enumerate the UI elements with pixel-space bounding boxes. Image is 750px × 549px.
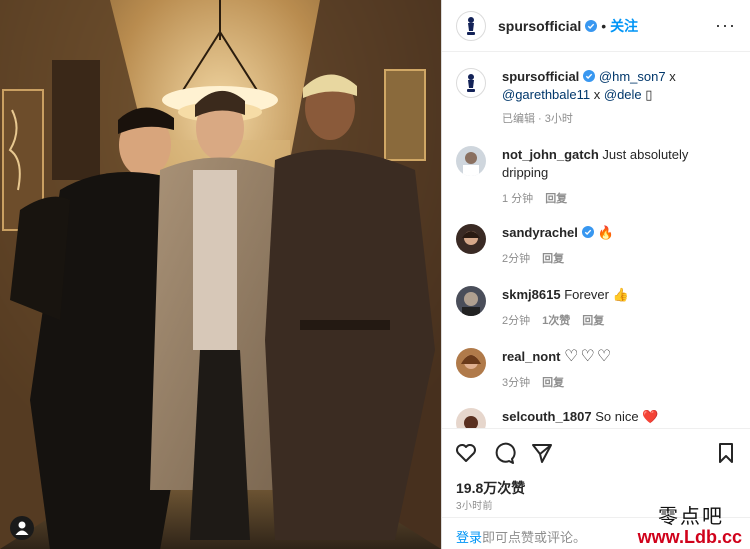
comment-text: Forever 👍: [564, 287, 629, 302]
comment-row: skmj8615 Forever 👍 2分钟 1次赞 回复: [442, 286, 750, 330]
comment-time: 2分钟: [502, 315, 531, 327]
comment-meta: 2分钟 1次赞 回复: [502, 312, 736, 330]
follow-button[interactable]: 关注: [610, 16, 638, 36]
comment-username[interactable]: selcouth_1807: [502, 409, 592, 424]
separator-dot: •: [601, 17, 607, 34]
commenter-avatar[interactable]: [456, 348, 486, 378]
mention-hm-son7[interactable]: @hm_son7: [599, 69, 666, 84]
login-link[interactable]: 登录: [456, 530, 482, 545]
verified-badge-icon: [581, 226, 594, 238]
comment-username[interactable]: real_nont: [502, 349, 561, 364]
caption-meta: 已编辑 · 3小时: [502, 110, 736, 128]
post-header: spursofficial • 关注 ···: [442, 0, 750, 52]
comment-body: sandyrachel 🔥 2分钟 回复: [502, 224, 736, 268]
comment-body: real_nont ♡♡♡ 3分钟 回复: [502, 348, 736, 392]
comment-username[interactable]: not_john_gatch: [502, 147, 599, 162]
comment-body: skmj8615 Forever 👍 2分钟 1次赞 回复: [502, 286, 736, 330]
reply-button[interactable]: 回复: [542, 253, 564, 265]
more-options-icon[interactable]: ···: [715, 15, 736, 36]
comment-meta: 2分钟 回复: [502, 250, 736, 268]
comment-row: selcouth_1807 So nice ❤️: [442, 408, 750, 428]
comment-text: So nice ❤️: [595, 409, 659, 424]
comment-username[interactable]: skmj8615: [502, 287, 561, 302]
commenter-avatar[interactable]: [456, 224, 486, 254]
comment-time: 1 分钟: [502, 193, 534, 205]
post-time: 3小时前: [456, 501, 493, 512]
comment-row: sandyrachel 🔥 2分钟 回复: [442, 224, 750, 268]
comment-icon[interactable]: [492, 441, 516, 465]
comment-text: ♡♡♡: [564, 348, 614, 365]
watermark-url: www.Ldb.cc: [637, 527, 742, 547]
mention-garethbale11[interactable]: @garethbale11: [502, 87, 590, 102]
share-icon[interactable]: [530, 441, 554, 465]
comment-text: 🔥: [597, 225, 614, 240]
save-bookmark-icon[interactable]: [714, 441, 738, 465]
avatar-image: [464, 416, 478, 428]
watermark-text: 零点吧: [658, 504, 724, 528]
mention-dele[interactable]: @dele: [604, 87, 642, 102]
comments-list[interactable]: spursofficial @hm_son7 x @garethbale11 x…: [442, 52, 750, 428]
comment-row: not_john_gatch Just absolutely dripping …: [442, 146, 750, 208]
comment-time: 2分钟: [502, 253, 531, 265]
reply-button[interactable]: 回复: [545, 193, 567, 205]
commenter-avatar[interactable]: [456, 146, 486, 176]
user-icon: [15, 521, 29, 535]
comment-username[interactable]: sandyrachel: [502, 225, 578, 240]
comment-meta: 1 分钟 回复: [502, 190, 736, 208]
caption-username[interactable]: spursofficial: [502, 69, 579, 84]
caption-edited-time: 已编辑 · 3小时: [502, 113, 573, 125]
login-rest-text: 即可点赞或评论。: [482, 530, 587, 545]
post-image: [0, 0, 441, 549]
spurs-logo-icon: [467, 74, 475, 92]
comment-body: not_john_gatch Just absolutely dripping …: [502, 146, 736, 208]
caption-row: spursofficial @hm_son7 x @garethbale11 x…: [442, 68, 750, 128]
like-heart-icon[interactable]: [454, 441, 478, 465]
commenter-avatar[interactable]: [456, 286, 486, 316]
post-photo[interactable]: [0, 0, 441, 549]
avatar-image: [463, 152, 479, 176]
post-sidebar: spursofficial • 关注 ··· spursofficial @hm…: [441, 0, 750, 549]
avatar-image: [462, 292, 480, 316]
account-avatar[interactable]: [456, 10, 486, 41]
comment-row: real_nont ♡♡♡ 3分钟 回复: [442, 348, 750, 392]
reply-button[interactable]: 回复: [542, 377, 564, 389]
caption-emoji: ▯: [641, 87, 653, 102]
caption-avatar[interactable]: [456, 68, 486, 98]
caption-separator: x: [590, 87, 604, 102]
commenter-avatar[interactable]: [456, 408, 486, 428]
caption-body: spursofficial @hm_son7 x @garethbale11 x…: [502, 68, 736, 128]
avatar-image: [461, 355, 481, 369]
comment-body: selcouth_1807 So nice ❤️: [502, 408, 736, 428]
tagged-users-button[interactable]: [10, 516, 34, 540]
verified-badge-icon: [585, 19, 598, 32]
action-bar: [442, 428, 750, 476]
likes-count[interactable]: 19.8万次赞: [456, 478, 525, 498]
comment-likes[interactable]: 1次赞: [542, 315, 570, 327]
verified-badge-icon: [583, 70, 596, 82]
comment-time: 3分钟: [502, 377, 531, 389]
reply-button[interactable]: 回复: [582, 315, 604, 327]
avatar-image: [462, 231, 480, 245]
spurs-logo-icon: [467, 16, 475, 35]
caption-separator: x: [665, 69, 676, 84]
comment-meta: 3分钟 回复: [502, 374, 736, 392]
account-username[interactable]: spursofficial: [498, 18, 581, 34]
